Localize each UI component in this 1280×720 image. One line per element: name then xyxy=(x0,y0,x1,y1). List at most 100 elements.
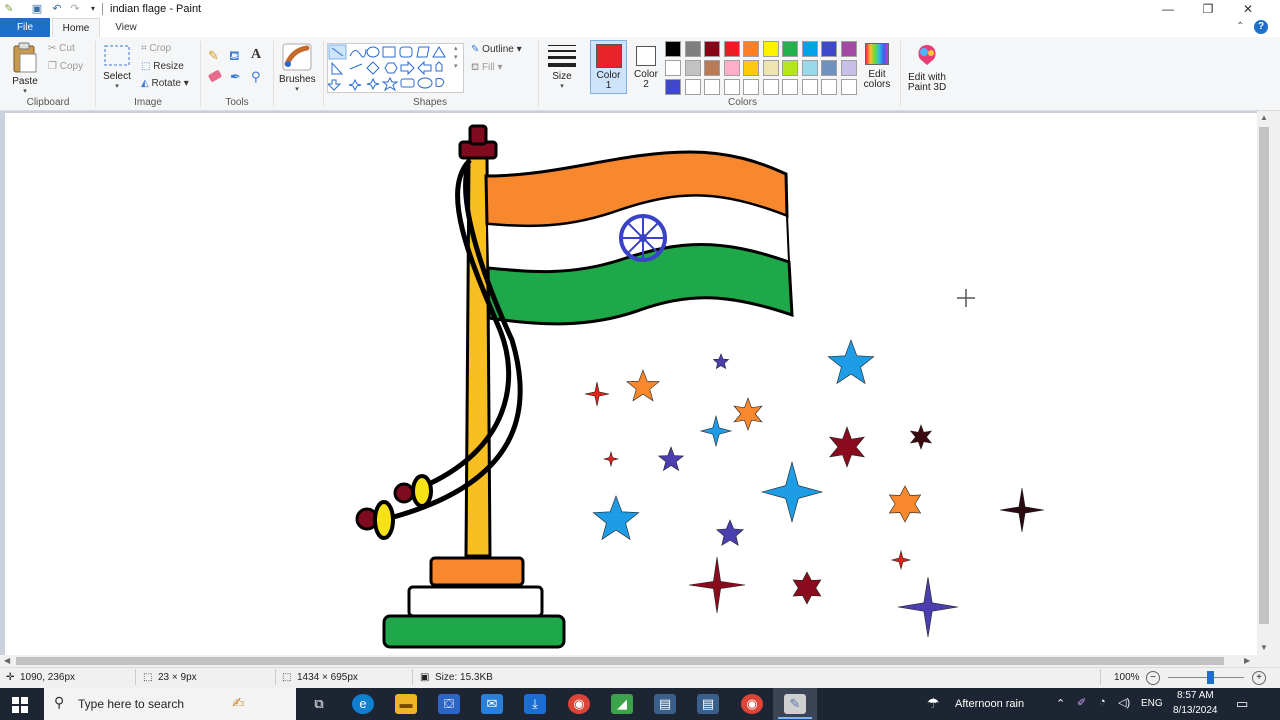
paste-button[interactable]: Paste ▾ xyxy=(10,42,40,95)
weather-text[interactable]: Afternoon rain xyxy=(955,698,1024,710)
green-app-icon[interactable]: ◢ xyxy=(611,694,633,714)
rotate-button[interactable]: ◭ Rotate ▾ xyxy=(141,78,189,89)
magnifier-icon[interactable]: ⚲ xyxy=(251,69,261,85)
outline-button[interactable]: ✎ Outline ▾ xyxy=(471,44,522,55)
palette-swatch[interactable] xyxy=(684,79,701,95)
palette-swatch[interactable] xyxy=(743,79,759,95)
app-icon-1[interactable]: ▤ xyxy=(654,694,676,714)
fill-bucket-icon[interactable]: ⛾ xyxy=(229,48,240,66)
shapes-gallery[interactable] xyxy=(326,43,464,93)
size-button[interactable]: Size ▾ xyxy=(546,43,578,93)
palette-swatch[interactable] xyxy=(782,41,798,57)
palette-swatch[interactable] xyxy=(665,79,681,95)
language-indicator[interactable]: ENG xyxy=(1141,698,1163,709)
clock-time[interactable]: 8:57 AM xyxy=(1177,690,1214,701)
resize-button[interactable]: ⬚ Resize xyxy=(141,61,184,72)
fill-button[interactable]: ⛾ Fill ▾ xyxy=(471,62,503,75)
save-icon[interactable]: ▣ xyxy=(30,2,44,16)
palette-swatch[interactable] xyxy=(684,60,701,76)
close-button[interactable]: ✕ xyxy=(1228,0,1268,18)
download-app-icon[interactable]: ⤓ xyxy=(524,694,546,714)
task-view-icon[interactable]: ⧉ xyxy=(308,694,330,714)
pen-icon[interactable]: ✐ xyxy=(1077,696,1086,709)
copy-button[interactable]: ❐ Copy xyxy=(48,61,83,72)
notifications-icon[interactable]: ▭ xyxy=(1236,696,1248,712)
palette-swatch[interactable] xyxy=(782,79,798,95)
cut-button[interactable]: ✂ Cut xyxy=(48,43,75,54)
palette-swatch[interactable] xyxy=(840,79,857,95)
collapse-ribbon-icon[interactable]: ⌃ xyxy=(1236,21,1244,32)
crop-button[interactable]: ⌗ Crop xyxy=(141,43,171,54)
palette-swatch[interactable] xyxy=(704,60,720,76)
help-icon[interactable]: ? xyxy=(1254,20,1268,34)
select-dropdown-icon[interactable]: ▾ xyxy=(102,82,132,90)
drawing-canvas[interactable] xyxy=(5,113,1257,655)
select-button[interactable]: Select ▾ xyxy=(102,43,132,93)
chrome-window-icon[interactable]: ◉ xyxy=(741,694,763,714)
store-icon[interactable]: ⛋ xyxy=(438,694,460,714)
color-picker-icon[interactable]: ✒ xyxy=(230,69,241,85)
scroll-left-icon[interactable]: ◀ xyxy=(4,656,10,665)
start-button[interactable] xyxy=(12,697,28,713)
palette-swatch[interactable] xyxy=(665,41,681,57)
pencil-icon[interactable]: ✎ xyxy=(208,48,219,64)
palette-swatch[interactable] xyxy=(762,41,779,57)
brushes-dropdown-icon[interactable]: ▾ xyxy=(279,85,315,93)
tab-file[interactable]: File xyxy=(0,18,50,37)
palette-swatch[interactable] xyxy=(801,41,818,57)
palette-swatch[interactable] xyxy=(743,41,759,57)
mail-icon[interactable]: ✉ xyxy=(481,694,503,714)
app-icon-2[interactable]: ▤ xyxy=(697,694,719,714)
restore-button[interactable]: ❐ xyxy=(1188,0,1228,18)
palette-swatch[interactable] xyxy=(723,41,740,57)
palette-swatch[interactable] xyxy=(821,79,837,95)
palette-swatch[interactable] xyxy=(704,79,720,95)
undo-icon[interactable]: ↶ xyxy=(50,2,64,16)
scroll-up-icon[interactable]: ▲ xyxy=(1260,113,1268,122)
scroll-down-icon[interactable]: ▼ xyxy=(1260,643,1268,652)
palette-swatch[interactable] xyxy=(821,41,837,57)
horizontal-scroll-thumb[interactable] xyxy=(16,657,1224,665)
zoom-out-button[interactable]: − xyxy=(1146,671,1160,685)
palette-swatch[interactable] xyxy=(665,60,681,76)
customize-qat-icon[interactable]: ▾ xyxy=(86,2,100,16)
size-dropdown-icon[interactable]: ▾ xyxy=(546,82,578,90)
volume-icon[interactable]: ◁) xyxy=(1118,696,1130,709)
redo-icon[interactable]: ↷ xyxy=(68,2,82,16)
palette-swatch[interactable] xyxy=(723,60,740,76)
weather-icon[interactable]: ☂ xyxy=(927,695,940,712)
palette-swatch[interactable] xyxy=(801,79,818,95)
vertical-scroll-thumb[interactable] xyxy=(1259,127,1269,624)
network-icon[interactable]: ◔ xyxy=(1099,696,1106,708)
edge-icon[interactable]: e xyxy=(352,694,374,714)
color1-button[interactable]: Color 1 xyxy=(590,40,627,94)
zoom-in-button[interactable]: + xyxy=(1252,671,1266,685)
show-hidden-icons[interactable]: ⌃ xyxy=(1056,697,1065,710)
palette-swatch[interactable] xyxy=(782,60,798,76)
color2-button[interactable]: Color 2 xyxy=(629,40,663,94)
palette-swatch[interactable] xyxy=(840,41,857,57)
palette-swatch[interactable] xyxy=(743,60,759,76)
edit-with-paint3d-button[interactable]: Edit with Paint 3D xyxy=(904,43,950,93)
palette-swatch[interactable] xyxy=(684,41,701,57)
brushes-button[interactable]: Brushes ▾ xyxy=(279,42,316,93)
shapes-scroll-icon[interactable]: ▴ ▾ ▾ xyxy=(454,44,458,71)
palette-swatch[interactable] xyxy=(821,60,837,76)
chrome-icon[interactable]: ◉ xyxy=(568,694,590,714)
tab-home[interactable]: Home xyxy=(52,18,100,38)
file-explorer-icon[interactable]: ▬ xyxy=(395,694,417,714)
palette-swatch[interactable] xyxy=(723,79,740,95)
zoom-slider-thumb[interactable] xyxy=(1206,671,1214,684)
palette-swatch[interactable] xyxy=(762,60,779,76)
palette-swatch[interactable] xyxy=(704,41,720,57)
palette-swatch[interactable] xyxy=(840,60,857,76)
edit-colors-button[interactable]: Edit colors xyxy=(860,43,894,93)
scroll-right-icon[interactable]: ▶ xyxy=(1244,656,1250,665)
paste-dropdown-icon[interactable]: ▾ xyxy=(10,87,40,95)
tab-view[interactable]: View xyxy=(104,18,148,37)
palette-swatch[interactable] xyxy=(801,60,818,76)
clock-date[interactable]: 8/13/2024 xyxy=(1173,705,1218,716)
text-tool-icon[interactable]: A xyxy=(251,47,261,63)
palette-swatch[interactable] xyxy=(762,79,779,95)
minimize-button[interactable]: — xyxy=(1148,0,1188,18)
